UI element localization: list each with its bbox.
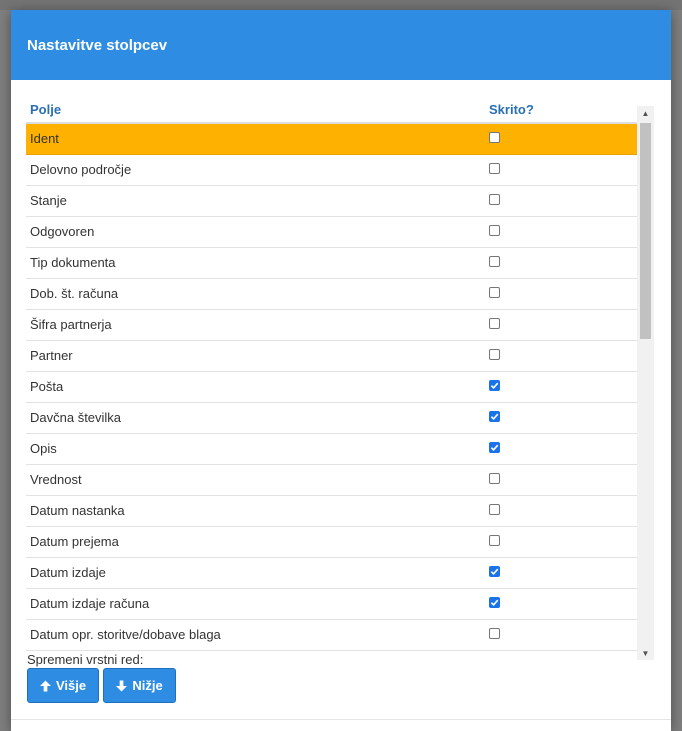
table-row[interactable]: Datum prejema [26, 527, 654, 558]
scrollbar-thumb[interactable] [640, 123, 651, 339]
scroll-up-arrow-icon[interactable]: ▲ [637, 106, 654, 120]
hidden-checkbox[interactable] [489, 597, 500, 608]
hidden-cell [486, 124, 636, 143]
arrow-up-icon [39, 680, 51, 691]
hidden-checkbox[interactable] [489, 628, 500, 639]
hidden-cell [486, 558, 636, 577]
scroll-down-arrow-icon[interactable]: ▼ [637, 646, 654, 660]
column-settings-dialog: Nastavitve stolpcev Polje Skrito? Ident D… [11, 10, 671, 731]
table-row[interactable]: Datum nastanka [26, 496, 654, 527]
move-down-label: Nižje [132, 678, 163, 693]
hidden-checkbox[interactable] [489, 163, 500, 174]
field-name: Datum prejema [30, 534, 119, 549]
arrow-down-icon [116, 680, 128, 691]
table-row[interactable]: Pošta [26, 372, 654, 403]
hidden-cell [486, 279, 636, 298]
hidden-checkbox[interactable] [489, 473, 500, 484]
move-up-label: Višje [55, 678, 87, 693]
table-row[interactable]: Dob. št. računa [26, 279, 654, 310]
table-row[interactable]: Delovno področje [26, 155, 654, 186]
move-down-button[interactable]: Nižje [103, 668, 176, 703]
modal-title: Nastavitve stolpcev [27, 36, 168, 54]
hidden-cell [486, 496, 636, 515]
move-up-button[interactable]: Višje [27, 668, 99, 703]
column-header-field: Polje [30, 102, 62, 117]
table-scrollbar[interactable]: ▲ ▼ [637, 106, 654, 660]
checkmark-icon [490, 382, 499, 390]
hidden-cell [486, 403, 636, 422]
hidden-cell [486, 155, 636, 174]
field-name: Stanje [30, 193, 67, 208]
field-name: Ident [30, 131, 59, 146]
checkmark-icon [490, 444, 499, 452]
hidden-cell [486, 527, 636, 546]
hidden-cell [486, 620, 636, 639]
hidden-checkbox[interactable] [489, 349, 500, 360]
field-name: Opis [30, 441, 57, 456]
change-order-label: Spremeni vrstni red: [27, 652, 144, 667]
field-name: Datum izdaje računa [30, 596, 150, 611]
table-row[interactable]: Šifra partnerja [26, 310, 654, 341]
field-name: Datum nastanka [30, 503, 125, 518]
hidden-checkbox[interactable] [489, 256, 500, 267]
table-row[interactable]: Opis [26, 434, 654, 465]
checkmark-icon [490, 413, 499, 421]
field-name: Vrednost [30, 472, 82, 487]
hidden-checkbox[interactable] [489, 504, 500, 515]
hidden-cell [486, 434, 636, 453]
hidden-checkbox[interactable] [489, 411, 500, 422]
hidden-checkbox[interactable] [489, 225, 500, 236]
table-row[interactable]: Partner [26, 341, 654, 372]
hidden-cell [486, 465, 636, 484]
hidden-cell [486, 310, 636, 329]
table-row[interactable]: Vrednost [26, 465, 654, 496]
checkmark-icon [490, 568, 499, 576]
table-row[interactable]: Odgovoren [26, 217, 654, 248]
table-row[interactable]: Ident [26, 124, 654, 155]
table-body: Ident Delovno področje Stanje Odgovoren Tip … [26, 124, 654, 651]
table-row[interactable]: Datum izdaje računa [26, 589, 654, 620]
hidden-checkbox[interactable] [489, 566, 500, 577]
field-name: Pošta [30, 379, 64, 394]
table-row[interactable]: Datum opr. storitve/dobave blaga [26, 620, 654, 651]
field-name: Dob. št. računa [30, 286, 119, 301]
field-name: Delovno področje [30, 162, 132, 177]
hidden-checkbox[interactable] [489, 535, 500, 546]
hidden-checkbox[interactable] [489, 380, 500, 391]
hidden-checkbox[interactable] [489, 132, 500, 143]
field-name: Šifra partnerja [30, 317, 112, 332]
hidden-cell [486, 589, 636, 608]
hidden-checkbox[interactable] [489, 318, 500, 329]
hidden-cell [486, 372, 636, 391]
field-name: Odgovoren [30, 224, 95, 239]
hidden-cell [486, 341, 636, 360]
table-row[interactable]: Stanje [26, 186, 654, 217]
hidden-cell [486, 248, 636, 267]
modal-header: Nastavitve stolpcev [11, 10, 671, 80]
hidden-checkbox[interactable] [489, 194, 500, 205]
column-settings-table: Polje Skrito? Ident Delovno področje Stanj… [26, 97, 654, 658]
table-header: Polje Skrito? [26, 97, 654, 124]
field-name: Partner [30, 348, 73, 363]
field-name: Tip dokumenta [30, 255, 116, 270]
checkmark-icon [490, 599, 499, 607]
table-row[interactable]: Tip dokumenta [26, 248, 654, 279]
table-row[interactable]: Datum izdaje [26, 558, 654, 589]
hidden-checkbox[interactable] [489, 287, 500, 298]
hidden-cell [486, 217, 636, 236]
hidden-checkbox[interactable] [489, 442, 500, 453]
table-row[interactable]: Davčna številka [26, 403, 654, 434]
hidden-cell [486, 186, 636, 205]
field-name: Datum izdaje [30, 565, 106, 580]
field-name: Davčna številka [30, 410, 122, 425]
column-header-hidden: Skrito? [489, 102, 534, 117]
footer-divider [11, 719, 671, 720]
field-name: Datum opr. storitve/dobave blaga [30, 627, 221, 642]
